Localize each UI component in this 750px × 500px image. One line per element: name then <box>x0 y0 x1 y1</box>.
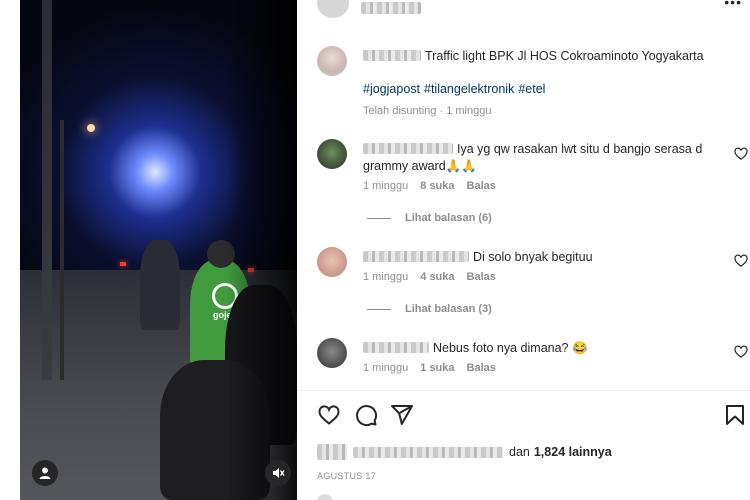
video-pole <box>42 0 52 380</box>
video-shadow <box>227 0 297 500</box>
likes-count[interactable]: 1,824 lainnya <box>534 445 612 459</box>
post-date[interactable]: AGUSTUS 17 <box>317 471 376 481</box>
view-replies-label: Lihat balasan (6) <box>405 212 492 224</box>
comment-icon[interactable] <box>354 403 378 427</box>
avatar[interactable] <box>317 139 347 169</box>
reply-button[interactable]: Balas <box>467 271 496 283</box>
divider-line <box>367 308 391 310</box>
comment-text: Nebus foto nya dimana? 😂 <box>433 341 588 355</box>
video-rider <box>140 240 180 330</box>
more-icon[interactable]: ••• <box>724 0 742 10</box>
comment-item: Iya yg qw rasakan lwt situ d bangjo sera… <box>317 139 750 229</box>
bookmark-icon[interactable] <box>723 403 747 427</box>
comment-meta: 1 minggu 1 suka Balas <box>363 362 496 374</box>
comment-body: Di solo bnyak begituu <box>363 249 703 266</box>
liker-names-blurred[interactable] <box>353 446 503 458</box>
view-replies-button[interactable]: Lihat balasan (3) <box>367 303 492 315</box>
likes-and: dan <box>509 445 530 459</box>
heart-icon[interactable] <box>317 403 341 427</box>
edited-time[interactable]: 1 minggu <box>446 105 491 117</box>
post-caption: Traffic light BPK Jl HOS Cokroaminoto Yo… <box>363 48 743 65</box>
user-icon <box>39 467 51 479</box>
caption-text: Traffic light BPK Jl HOS Cokroaminoto Yo… <box>425 49 704 63</box>
comment-likes[interactable]: 4 suka <box>420 271 454 283</box>
share-icon[interactable] <box>390 403 414 427</box>
username-blurred[interactable] <box>361 2 421 14</box>
mute-icon <box>273 468 285 478</box>
avatar[interactable] <box>317 46 347 76</box>
comment-time[interactable]: 1 minggu <box>363 271 408 283</box>
video-tail-light <box>120 262 126 266</box>
comment-meta: 1 minggu 4 suka Balas <box>363 271 496 283</box>
comment-meta: 1 minggu 8 suka Balas <box>363 180 496 192</box>
comment-body: Nebus foto nya dimana? 😂 <box>363 340 703 357</box>
heart-icon[interactable] <box>734 147 748 161</box>
view-replies-label: Lihat balasan (3) <box>405 303 492 315</box>
hashtag-link[interactable]: #etel <box>518 82 545 96</box>
heart-icon[interactable] <box>734 345 748 359</box>
liker-avatars[interactable] <box>317 444 347 460</box>
tagged-user-button[interactable] <box>32 460 58 486</box>
comment-item: Di solo bnyak begituu 1 minggu 4 suka Bala… <box>317 247 750 322</box>
comment-likes[interactable]: 8 suka <box>420 180 454 192</box>
comment-time[interactable]: 1 minggu <box>363 180 408 192</box>
likes-summary: dan 1,824 lainnya <box>317 444 747 460</box>
post-detail-panel: ••• Traffic light BPK Jl HOS Cokroaminot… <box>297 0 750 500</box>
comment-item: Nebus foto nya dimana? 😂 1 minggu 1 suka B… <box>317 338 750 380</box>
comment-body: Iya yg qw rasakan lwt situ d bangjo sera… <box>363 141 703 175</box>
username-blurred[interactable] <box>363 342 429 353</box>
post-video[interactable]: gojek <box>20 0 297 500</box>
section-divider <box>297 390 750 391</box>
reply-button[interactable]: Balas <box>467 180 496 192</box>
avatar[interactable] <box>317 247 347 277</box>
hashtag-link[interactable]: #tilangelektronik <box>424 82 514 96</box>
reply-button[interactable]: Balas <box>467 362 496 374</box>
hashtag-list: #jogjapost #tilangelektronik #etel <box>363 82 549 96</box>
meta-separator: · <box>439 105 444 117</box>
divider-line <box>367 217 391 219</box>
post-actions <box>317 403 747 429</box>
mute-button[interactable] <box>265 460 291 486</box>
left-gutter <box>0 0 20 500</box>
username-blurred[interactable] <box>363 50 421 61</box>
hashtag-link[interactable]: #jogjapost <box>363 82 420 96</box>
view-replies-button[interactable]: Lihat balasan (6) <box>367 212 492 224</box>
video-pole-thin <box>60 120 64 380</box>
comment-text: Di solo bnyak begituu <box>473 250 593 264</box>
username-blurred[interactable] <box>363 251 469 262</box>
video-street-light <box>87 124 95 132</box>
avatar[interactable] <box>317 338 347 368</box>
comment-likes[interactable]: 1 suka <box>420 362 454 374</box>
comment-time[interactable]: 1 minggu <box>363 362 408 374</box>
post-header: ••• <box>317 0 750 22</box>
heart-icon[interactable] <box>734 254 748 268</box>
emoji-icon[interactable] <box>317 494 333 500</box>
caption-meta: Telah disunting · 1 minggu <box>363 105 491 117</box>
username-blurred[interactable] <box>363 143 453 154</box>
avatar[interactable] <box>317 0 349 18</box>
edited-label: Telah disunting <box>363 105 437 117</box>
